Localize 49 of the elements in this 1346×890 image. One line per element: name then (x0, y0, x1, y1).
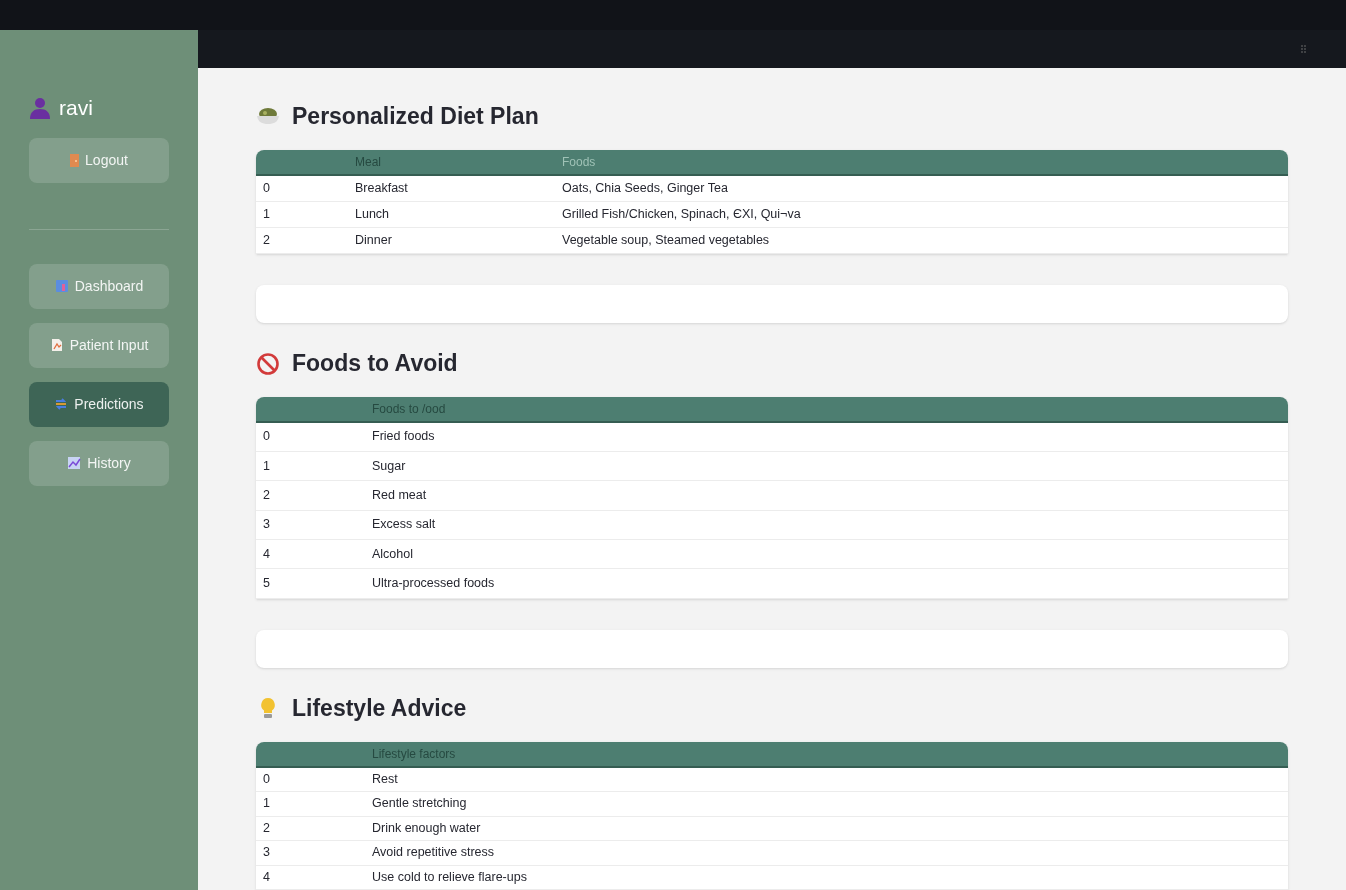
table-cell-text: Breakfast (355, 179, 409, 197)
row-index: 4 (262, 545, 271, 563)
table-cell-text: Grilled Fish/Chicken, Spinach, ЄXI, Qui¬va (562, 205, 801, 223)
logout-button[interactable]: Logout (29, 137, 169, 183)
table-cell-text: Dinner (355, 231, 393, 249)
table-cell-text: Ultra-processed foods (372, 574, 495, 592)
table-cell-text: Use cold to relieve flare-ups (372, 868, 527, 886)
table-cell-text: Excess salt (372, 516, 436, 534)
row-index: 1 (262, 457, 271, 475)
table-cell-text: Avoid repetitive stress (372, 844, 495, 862)
table-cell-text: Gentle stretching (372, 795, 467, 813)
document-icon (49, 338, 64, 352)
nav-item[interactable]: History (29, 440, 169, 486)
line-chart-icon (67, 456, 82, 470)
table-cell-text: Drink enough water (372, 819, 481, 837)
row-index: 1 (262, 205, 271, 223)
row-index: 0 (262, 179, 271, 197)
section-title: Lifestyle Advice (292, 694, 467, 724)
row-index: 3 (262, 844, 271, 862)
row-index: 0 (262, 770, 271, 788)
table-cell-text: Oats, Chia Seeds, Ginger Tea (562, 179, 728, 197)
row-index: 1 (262, 795, 271, 813)
column-header: Foods (562, 153, 596, 171)
row-index: 0 (262, 428, 271, 446)
nav-item[interactable]: Predictions (29, 381, 169, 427)
table-cell-text: Fried foods (372, 428, 435, 446)
section-title: Personalized Diet Plan (292, 102, 539, 132)
table-cell-text: Alcohol (372, 545, 413, 563)
table-cell-text: Vegetable soup, Steamed vegetables (562, 231, 770, 249)
user-name: ravi (59, 95, 93, 121)
row-index: 4 (262, 868, 271, 886)
table-cell-text: Sugar (372, 457, 406, 475)
arrows-icon (54, 397, 69, 411)
door-icon (70, 153, 80, 167)
row-index: 2 (262, 231, 271, 249)
nav-item[interactable]: Patient Input (29, 322, 169, 368)
row-index: 2 (262, 819, 271, 837)
nav-item[interactable]: Dashboard (29, 263, 169, 309)
user-icon (29, 96, 51, 119)
row-index: 2 (262, 487, 271, 505)
drag-handle-icon[interactable] (1301, 44, 1306, 53)
row-index: 5 (262, 574, 271, 592)
prohibited-icon (256, 351, 280, 376)
row-index: 3 (262, 516, 271, 534)
bar-chart-icon (54, 279, 69, 293)
section-title: Foods to Avoid (292, 349, 458, 379)
table-cell-text: Red meat (372, 487, 427, 505)
table-cell-text: Lunch (355, 205, 391, 223)
table-cell-text: Rest (372, 770, 398, 788)
